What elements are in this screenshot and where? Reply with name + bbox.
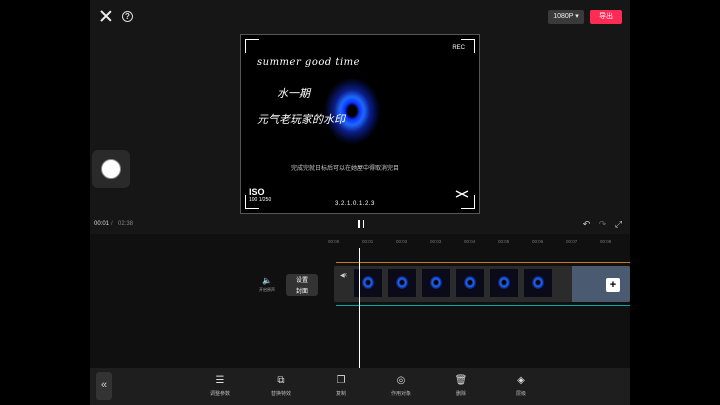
audio-icon: ◀ᵡ (340, 273, 347, 279)
tool-label: 删除 (455, 391, 466, 397)
close-icon[interactable] (100, 10, 112, 22)
tool-label: 复制 (335, 391, 346, 397)
tool-layers[interactable]: ◈ 层级 (501, 375, 541, 397)
left-letterbox (0, 0, 90, 405)
video-editor: ? 1080P ▾ 导出 REC summer good time 水一期 元气… (90, 0, 630, 405)
speaker-mute-icon: 🔈 (262, 276, 272, 285)
current-time: 00:01 (94, 221, 110, 227)
effect-track-indicator (336, 262, 630, 263)
clip-thumbnail (524, 269, 552, 297)
tool-copy[interactable]: ❐ 复制 (321, 375, 361, 397)
pause-icon[interactable] (358, 220, 364, 228)
undo-icon[interactable]: ↶ (582, 220, 591, 229)
tool-label: 作用对象 (390, 391, 411, 397)
ruler-tick: 00:08 (600, 239, 612, 244)
ruler-tick: 00:04 (464, 239, 476, 244)
tool-replace-effect[interactable]: ⧉ 替换特效 (261, 375, 301, 397)
tool-adjust[interactable]: ☰ 调整参数 (200, 375, 240, 397)
layers-icon: ◈ (517, 375, 525, 386)
mute-toggle[interactable]: 🔈 开启原声 (256, 276, 278, 293)
tool-label: 替换特效 (270, 391, 291, 397)
frame-timecode: 3.2.1.0.1.2.3 (335, 201, 375, 207)
ruler-tick: 00:05 (498, 239, 510, 244)
clip-thumbnail (490, 269, 518, 297)
fullscreen-icon[interactable]: ⤢ (614, 220, 623, 229)
ruler-tick: 00:06 (532, 239, 544, 244)
ruler-tick: 00:02 (396, 239, 408, 244)
capcut-logo-icon (455, 190, 469, 198)
ruler-tick: 00:01 (362, 239, 374, 244)
tool-delete[interactable]: 🗑 删除 (441, 375, 481, 397)
set-cover-button[interactable]: 设置 封面 (286, 274, 318, 296)
replace-effect-icon: ⧉ (277, 375, 285, 386)
script-title: summer good time (257, 57, 361, 68)
tool-target-object[interactable]: ◎ 作用对象 (381, 375, 421, 397)
video-preview[interactable]: REC summer good time 水一期 元气老玩家的水印 完成完就日标… (240, 34, 480, 214)
cover-label-2: 封面 (295, 289, 308, 295)
cover-label-1: 设置 (295, 278, 308, 284)
caption-line-1: 水一期 (277, 87, 310, 100)
add-clip-button[interactable]: + (606, 278, 620, 292)
clip-thumbnail (422, 269, 450, 297)
iso-label: ISO (249, 187, 265, 197)
iso-values: 100 1/250 (249, 197, 272, 203)
ruler-tick: 00:00 (328, 239, 340, 244)
copy-icon: ❐ (336, 375, 346, 386)
record-button[interactable] (92, 150, 130, 188)
resolution-button[interactable]: 1080P ▾ (548, 10, 584, 24)
rec-label: REC (452, 45, 465, 51)
audio-track-indicator (336, 305, 630, 306)
frame-corner (245, 39, 259, 53)
adjust-icon: ☰ (215, 375, 225, 386)
next-clip[interactable] (572, 266, 630, 302)
help-icon[interactable]: ? (122, 11, 133, 22)
subtitle-text: 完成完就日标后可以在她屋中得取消完目 (291, 166, 400, 172)
collapse-button[interactable]: « (96, 372, 112, 400)
export-button[interactable]: 导出 (590, 10, 622, 24)
ruler-tick: 00:07 (566, 239, 578, 244)
iso-info: ISO 100 1/250 (249, 187, 271, 203)
tool-label: 调整参数 (209, 391, 230, 397)
tool-label: 层级 (515, 391, 526, 397)
redo-icon[interactable]: ↷ (598, 220, 607, 229)
time-separator: / (111, 221, 113, 227)
target-object-icon: ◎ (396, 375, 406, 386)
bottom-toolbar: « ☰ 调整参数 ⧉ 替换特效 ❐ 复制 ◎ 作用对象 🗑 删除 ◈ 层级 (90, 368, 630, 405)
total-time: 02:38 (118, 221, 134, 227)
mute-label: 开启原声 (259, 287, 275, 292)
video-track[interactable] (334, 266, 630, 302)
clip-thumbnail (388, 269, 416, 297)
playhead[interactable] (359, 248, 361, 368)
delete-icon: 🗑 (454, 375, 468, 386)
ruler-tick: 00:03 (430, 239, 442, 244)
right-letterbox (630, 0, 720, 405)
caption-line-2: 元气老玩家的水印 (257, 113, 345, 126)
clip-thumbnail (456, 269, 484, 297)
